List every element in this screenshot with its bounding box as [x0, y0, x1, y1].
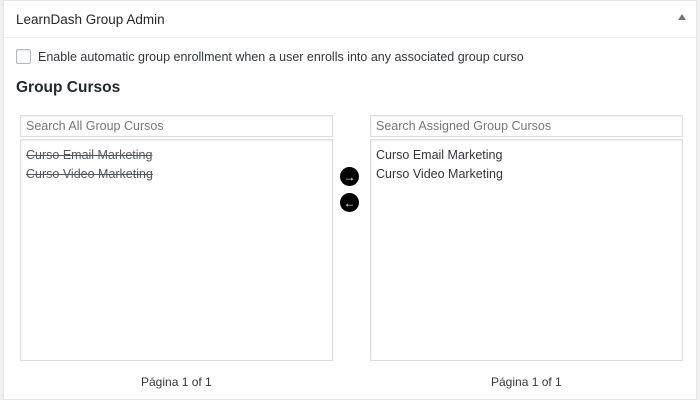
metabox-header[interactable]: LearnDash Group Admin	[4, 1, 696, 38]
auto-enrollment-row: Enable automatic group enrollment when a…	[16, 49, 524, 64]
add-arrow-icon[interactable]: →	[340, 167, 359, 186]
list-item[interactable]: Curso Video Marketing	[376, 165, 677, 184]
list-item[interactable]: Curso Video Marketing	[26, 165, 327, 184]
collapse-toggle-icon[interactable]	[678, 14, 686, 20]
list-item[interactable]: Curso Email Marketing	[376, 146, 677, 165]
remove-arrow-icon[interactable]: ←	[340, 193, 359, 212]
assigned-cursos-list[interactable]: Curso Email Marketing Curso Video Market…	[370, 139, 683, 361]
left-pager: Página 1 of 1	[141, 375, 212, 389]
list-item[interactable]: Curso Email Marketing	[26, 146, 327, 165]
section-title: Group Cursos	[16, 79, 121, 96]
group-admin-metabox: LearnDash Group Admin Enable automatic g…	[3, 0, 697, 400]
auto-enrollment-checkbox[interactable]	[16, 49, 31, 64]
metabox-title: LearnDash Group Admin	[16, 12, 165, 27]
right-pager: Página 1 of 1	[491, 375, 562, 389]
all-cursos-list[interactable]: Curso Email Marketing Curso Video Market…	[20, 139, 333, 361]
search-assigned-cursos-input[interactable]	[370, 115, 683, 137]
auto-enrollment-label[interactable]: Enable automatic group enrollment when a…	[38, 50, 524, 64]
search-all-cursos-input[interactable]	[20, 115, 333, 137]
